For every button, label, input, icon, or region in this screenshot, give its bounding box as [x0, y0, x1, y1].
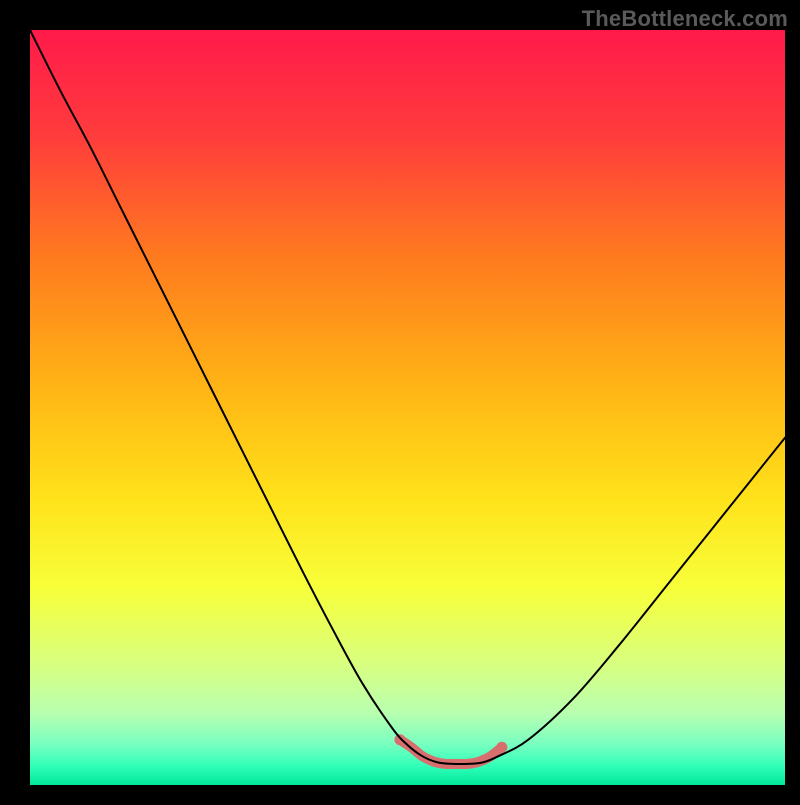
chart-background-gradient	[30, 30, 785, 785]
watermark-text: TheBottleneck.com	[582, 6, 788, 32]
chart-svg	[0, 0, 800, 800]
series-optimal-range-thick-endpoint	[394, 734, 405, 745]
bottleneck-chart	[0, 0, 800, 800]
series-optimal-range-thick-endpoint	[496, 742, 507, 753]
